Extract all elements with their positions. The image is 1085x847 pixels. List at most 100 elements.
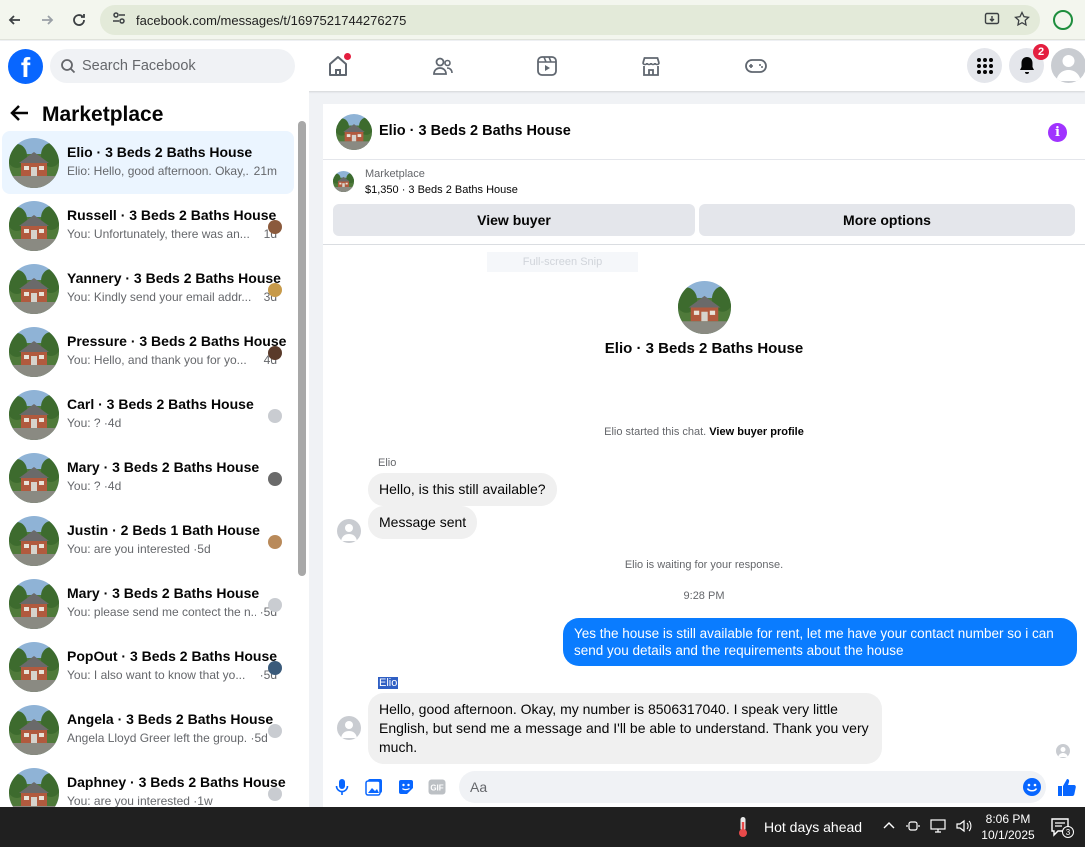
- listing-summary[interactable]: Marketplace $1,350 · 3 Beds 2 Baths Hous…: [323, 160, 1085, 200]
- reload-icon[interactable]: [64, 5, 94, 35]
- conversation-snippet: Angela Lloyd Greer left the group. ·5d: [67, 731, 277, 745]
- chat-panel: Elio · 3 Beds 2 Baths House i Marketplac…: [323, 104, 1085, 807]
- forward-arrow-icon[interactable]: [32, 5, 62, 35]
- site-settings-icon[interactable]: [112, 11, 126, 30]
- listing-thumbnail: [9, 579, 59, 629]
- menu-grid-icon[interactable]: [967, 48, 1002, 83]
- conversation-sidebar: Marketplace Elio · 3 Beds 2 Baths House E…: [0, 91, 309, 807]
- snippet-text: Elio: Hello, good afternoon. Okay,...: [67, 164, 256, 178]
- chat-title[interactable]: Elio · 3 Beds 2 Baths House: [379, 123, 571, 139]
- conversation-title: Elio · 3 Beds 2 Baths House: [67, 144, 253, 160]
- sticker-icon[interactable]: [396, 777, 416, 797]
- facebook-header: f Search Facebook 2: [0, 41, 1085, 91]
- incoming-message[interactable]: Hello, good afternoon. Okay, my number i…: [368, 693, 882, 764]
- conversation-snippet: You: Hello, and thank you for yo... 4d: [67, 353, 277, 367]
- sender-avatar[interactable]: [337, 519, 361, 543]
- chevron-up-icon[interactable]: [882, 819, 896, 836]
- listing-thumbnail: [9, 390, 59, 440]
- meet-icon[interactable]: [906, 819, 920, 836]
- conversation-snippet: Elio: Hello, good afternoon. Okay,... 21m: [67, 164, 277, 178]
- conversation-item[interactable]: Mary · 3 Beds 2 Baths House You: please s…: [2, 572, 294, 635]
- conversation-item[interactable]: Daphney · 3 Beds 2 Baths House You: are y…: [2, 761, 294, 807]
- account-avatar[interactable]: [1051, 48, 1085, 83]
- conversation-item[interactable]: Pressure · 3 Beds 2 Baths House You: Hell…: [2, 320, 294, 383]
- read-receipt-avatar: [268, 472, 282, 486]
- emoji-icon[interactable]: [1022, 777, 1042, 797]
- conversation-title: PopOut · 3 Beds 2 Baths House: [67, 648, 278, 664]
- info-icon[interactable]: i: [1048, 123, 1067, 142]
- view-buyer-button[interactable]: View buyer: [333, 204, 695, 236]
- conversation-item[interactable]: Russell · 3 Beds 2 Baths House You: Unfor…: [2, 194, 294, 257]
- more-options-button[interactable]: More options: [699, 204, 1075, 236]
- read-receipt-avatar: [268, 724, 282, 738]
- snippet-text: You: ? ·4d: [67, 479, 122, 493]
- marketplace-icon[interactable]: [639, 54, 663, 78]
- hero-listing-thumbnail: [678, 281, 731, 334]
- video-icon[interactable]: [535, 54, 559, 78]
- gif-icon[interactable]: GIF: [427, 777, 447, 797]
- conversation-item[interactable]: Carl · 3 Beds 2 Baths House You: ? ·4d: [2, 383, 294, 446]
- sender-avatar[interactable]: [337, 716, 361, 740]
- incoming-message[interactable]: Message sent: [368, 506, 478, 539]
- snippet-text: You: are you interested ·1w: [67, 794, 213, 807]
- friends-icon[interactable]: [431, 54, 455, 78]
- listing-thumbnail: [9, 201, 59, 251]
- listing-thumbnail: [9, 516, 59, 566]
- notification-center-icon[interactable]: 3: [1050, 817, 1074, 842]
- snippet-text: Angela Lloyd Greer left the group. ·5d: [67, 731, 268, 745]
- listing-thumbnail: [9, 264, 59, 314]
- conversation-list: Elio · 3 Beds 2 Baths House Elio: Hello, …: [0, 131, 296, 807]
- profile-icon[interactable]: [1053, 10, 1073, 30]
- weather-widget[interactable]: Hot days ahead: [735, 816, 862, 838]
- incoming-message[interactable]: Hello, is this still available?: [368, 473, 557, 506]
- notification-badge: 2: [1033, 44, 1049, 60]
- hero-title: Elio · 3 Beds 2 Baths House: [604, 340, 804, 357]
- photo-icon[interactable]: [364, 777, 384, 797]
- notification-center-count: 3: [1062, 826, 1074, 838]
- conversation-title: Pressure · 3 Beds 2 Baths House: [67, 333, 287, 349]
- home-notification-dot: [344, 53, 351, 60]
- search-input[interactable]: Search Facebook: [82, 58, 196, 74]
- outgoing-message[interactable]: Yes the house is still available for ren…: [563, 618, 1077, 666]
- conversation-item[interactable]: PopOut · 3 Beds 2 Baths House You: I also…: [2, 635, 294, 698]
- url-text: facebook.com/messages/t/1697521744276275: [136, 12, 407, 28]
- volume-icon[interactable]: [956, 819, 972, 836]
- search-box[interactable]: Search Facebook: [50, 49, 295, 83]
- windows-taskbar: Hot days ahead 8:06 PM 10/1/2025 3: [0, 807, 1085, 847]
- microphone-icon[interactable]: [332, 777, 352, 797]
- clock[interactable]: 8:06 PM 10/1/2025: [978, 811, 1038, 843]
- conversation-item[interactable]: Yannery · 3 Beds 2 Baths House You: Kindl…: [2, 257, 294, 320]
- conversation-item[interactable]: Mary · 3 Beds 2 Baths House You: ? ·4d: [2, 446, 294, 509]
- conversation-snippet: You: I also want to know that yo... ·5d: [67, 668, 277, 682]
- sidebar-title: Marketplace: [42, 103, 164, 126]
- conversation-item[interactable]: Elio · 3 Beds 2 Baths House Elio: Hello, …: [2, 131, 294, 194]
- network-icon[interactable]: [930, 819, 946, 836]
- star-icon[interactable]: [1014, 10, 1030, 31]
- listing-thumbnail[interactable]: [336, 114, 372, 150]
- gaming-icon[interactable]: [744, 54, 768, 78]
- conversation-title: Yannery · 3 Beds 2 Baths House: [67, 270, 281, 286]
- listing-thumbnail: [9, 138, 59, 188]
- thumbs-up-icon[interactable]: [1057, 777, 1077, 797]
- back-arrow-icon[interactable]: [10, 104, 30, 127]
- sender-name: Elio: [378, 457, 397, 469]
- address-bar[interactable]: facebook.com/messages/t/1697521744276275: [100, 5, 1040, 35]
- conversation-item[interactable]: Angela · 3 Beds 2 Baths House Angela Lloy…: [2, 698, 294, 761]
- svg-text:GIF: GIF: [430, 784, 443, 793]
- message-input[interactable]: Aa: [459, 771, 1046, 803]
- read-receipt-avatar: [268, 598, 282, 612]
- chat-started-text: Elio started this chat.: [604, 426, 710, 438]
- read-receipt-avatar: [268, 346, 282, 360]
- view-buyer-profile-link[interactable]: View buyer profile: [709, 426, 804, 438]
- back-arrow-icon[interactable]: [0, 5, 30, 35]
- conversation-snippet: You: Kindly send your email addr... 3d: [67, 290, 277, 304]
- install-app-icon[interactable]: [984, 11, 1000, 31]
- conversation-item[interactable]: Justin · 2 Beds 1 Bath House You: are you…: [2, 509, 294, 572]
- divider: [323, 244, 1085, 245]
- scrollbar-thumb[interactable]: [298, 121, 306, 576]
- chat-started-notice: Elio started this chat. View buyer profi…: [323, 426, 1085, 438]
- snippet-text: You: please send me contect the n...: [67, 605, 261, 619]
- conversation-title: Mary · 3 Beds 2 Baths House: [67, 585, 260, 601]
- facebook-logo[interactable]: f: [8, 49, 43, 84]
- listing-thumbnail: [9, 768, 59, 807]
